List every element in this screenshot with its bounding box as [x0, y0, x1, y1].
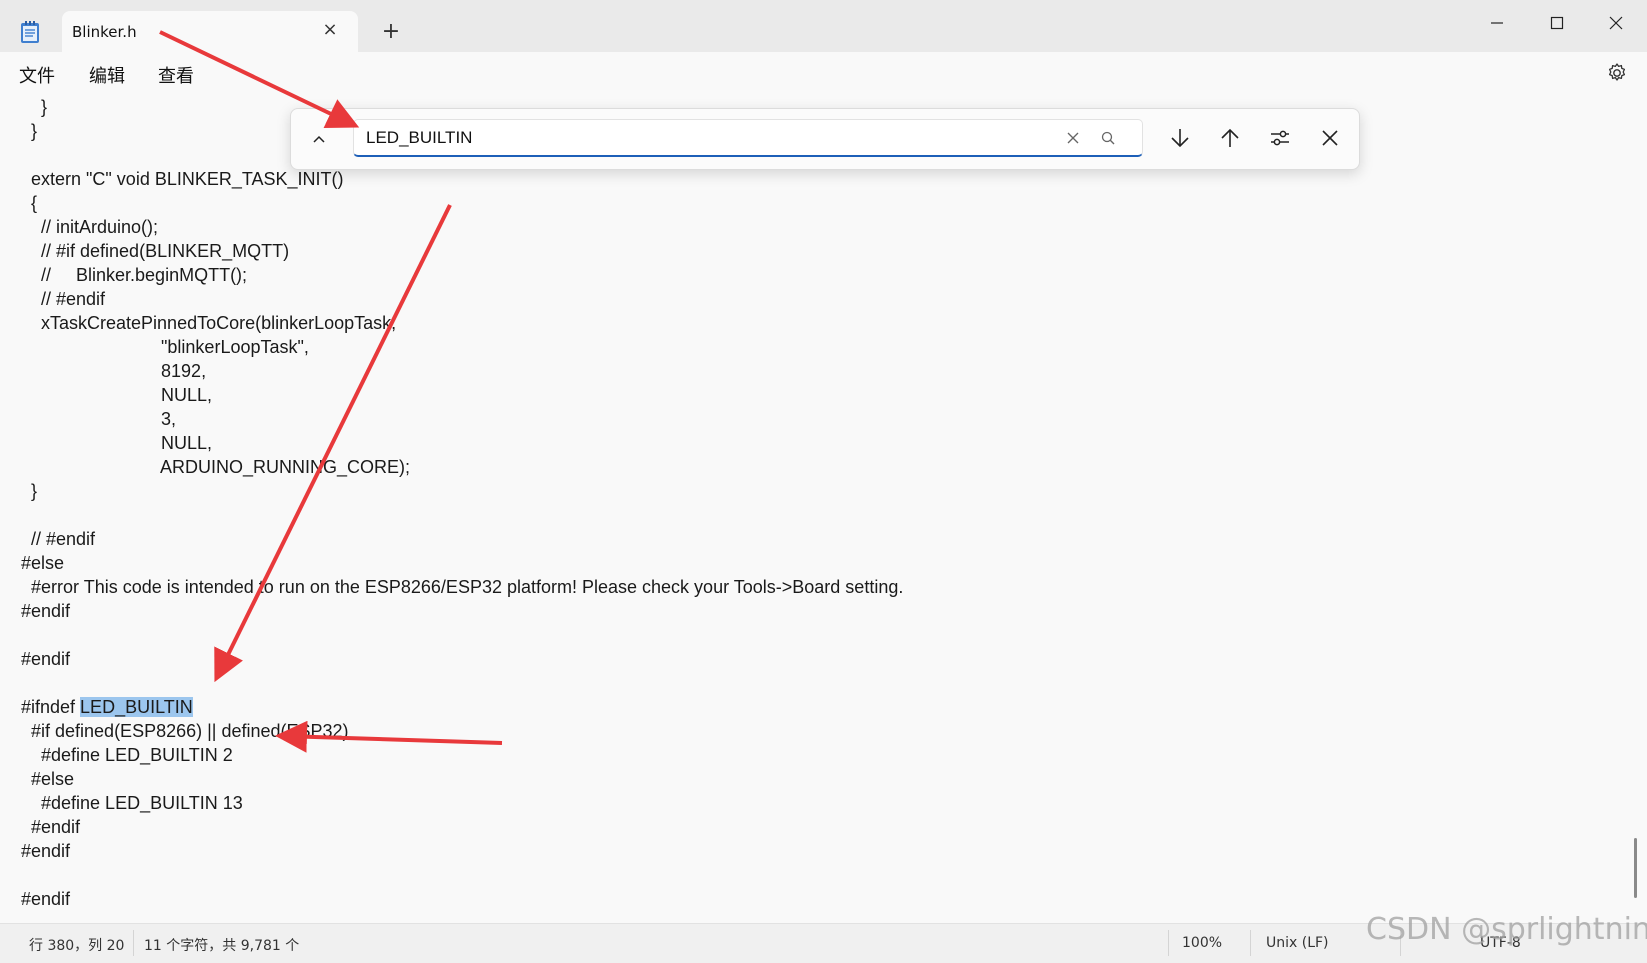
- code-line: // #endif: [21, 529, 96, 549]
- code-line: xTaskCreatePinnedToCore(blinkerLoopTask,: [21, 313, 397, 333]
- code-line: // #endif: [21, 289, 106, 309]
- status-divider: [133, 930, 134, 956]
- code-line: }: [21, 97, 48, 117]
- maximize-button[interactable]: [1534, 8, 1580, 38]
- code-line: // initArduino();: [21, 217, 159, 237]
- code-line: 8192,: [21, 361, 207, 381]
- code-line: ARDUINO_RUNNING_CORE);: [21, 457, 411, 477]
- close-icon: [1609, 16, 1623, 30]
- tab-close-icon[interactable]: ×: [320, 20, 340, 40]
- code-line: }: [21, 481, 38, 501]
- status-divider: [1250, 930, 1251, 956]
- character-count: 11 个字符，共 9,781 个: [144, 938, 300, 954]
- code-line: 3,: [21, 409, 177, 429]
- search-match-highlight: LED_BUILTIN: [80, 697, 193, 717]
- code-line: "blinkerLoopTask",: [21, 337, 309, 357]
- settings-button[interactable]: [1604, 60, 1630, 86]
- code-line: }: [21, 121, 38, 141]
- code-line: #endif: [21, 601, 71, 621]
- find-previous-button[interactable]: [1215, 123, 1245, 153]
- code-text: #ifndef: [21, 697, 81, 717]
- search-button[interactable]: [1099, 129, 1117, 147]
- menu-view[interactable]: 查看: [158, 62, 194, 88]
- clear-icon: [1067, 132, 1079, 144]
- line-ending[interactable]: Unix (LF): [1266, 935, 1329, 951]
- find-options-button[interactable]: [1265, 123, 1295, 153]
- close-icon: [1322, 130, 1338, 146]
- sliders-icon: [1271, 130, 1289, 146]
- menu-bar: 文件 编辑 查看: [0, 52, 1647, 94]
- arrow-down-icon: [1171, 129, 1189, 148]
- code-line: #define LED_BUILTIN 13: [21, 793, 243, 813]
- code-line: NULL,: [21, 433, 213, 453]
- code-line: #error This code is intended to run on t…: [21, 577, 904, 597]
- title-bar: Blinker.h × +: [0, 0, 1647, 52]
- status-divider: [1168, 930, 1169, 956]
- arrow-up-icon: [1221, 128, 1239, 147]
- vertical-scrollbar[interactable]: [1634, 838, 1637, 898]
- file-tab[interactable]: Blinker.h ×: [62, 11, 358, 52]
- code-line: #endif: [21, 649, 71, 669]
- code-line: // #if defined(BLINKER_MQTT): [21, 241, 290, 261]
- minimize-button[interactable]: [1474, 8, 1520, 38]
- code-line: #endif: [21, 817, 81, 837]
- text-editor[interactable]: } } extern "C" void BLINKER_TASK_INIT() …: [0, 94, 1647, 923]
- code-line: #endif: [21, 889, 71, 909]
- minimize-icon: [1491, 22, 1503, 24]
- menu-edit[interactable]: 编辑: [89, 62, 125, 88]
- code-line: {: [21, 193, 38, 213]
- new-tab-button[interactable]: +: [379, 20, 403, 44]
- code-line: #endif: [21, 841, 71, 861]
- find-input-box: [353, 119, 1143, 157]
- close-find-button[interactable]: [1315, 123, 1345, 153]
- search-icon: [1101, 131, 1115, 145]
- find-next-button[interactable]: [1165, 123, 1195, 153]
- code-line: // Blinker.beginMQTT();: [21, 265, 248, 285]
- tab-title: Blinker.h: [72, 23, 137, 41]
- code-line: NULL,: [21, 385, 213, 405]
- zoom-level[interactable]: 100%: [1182, 935, 1222, 951]
- find-bar: [290, 108, 1360, 170]
- clear-find-button[interactable]: [1064, 129, 1082, 147]
- menu-file[interactable]: 文件: [19, 62, 55, 88]
- code-line: #if defined(ESP8266) || defined(ESP32): [21, 721, 349, 741]
- cursor-position: 行 380，列 20: [29, 938, 125, 954]
- window-close-button[interactable]: [1593, 8, 1639, 38]
- code-line: #else: [21, 769, 75, 789]
- code-line: #ifndef LED_BUILTIN: [21, 695, 193, 719]
- find-input[interactable]: [366, 126, 1016, 150]
- chevron-up-icon: [313, 135, 325, 143]
- toggle-replace-button[interactable]: [305, 125, 333, 153]
- gear-icon: [1608, 63, 1626, 81]
- maximize-icon: [1550, 16, 1564, 30]
- code-line: #define LED_BUILTIN 2: [21, 745, 233, 765]
- notepad-icon: [19, 20, 41, 44]
- code-line: extern "C" void BLINKER_TASK_INIT(): [21, 169, 344, 189]
- watermark: CSDN @sprlightning: [1366, 912, 1647, 947]
- code-line: #else: [21, 553, 65, 573]
